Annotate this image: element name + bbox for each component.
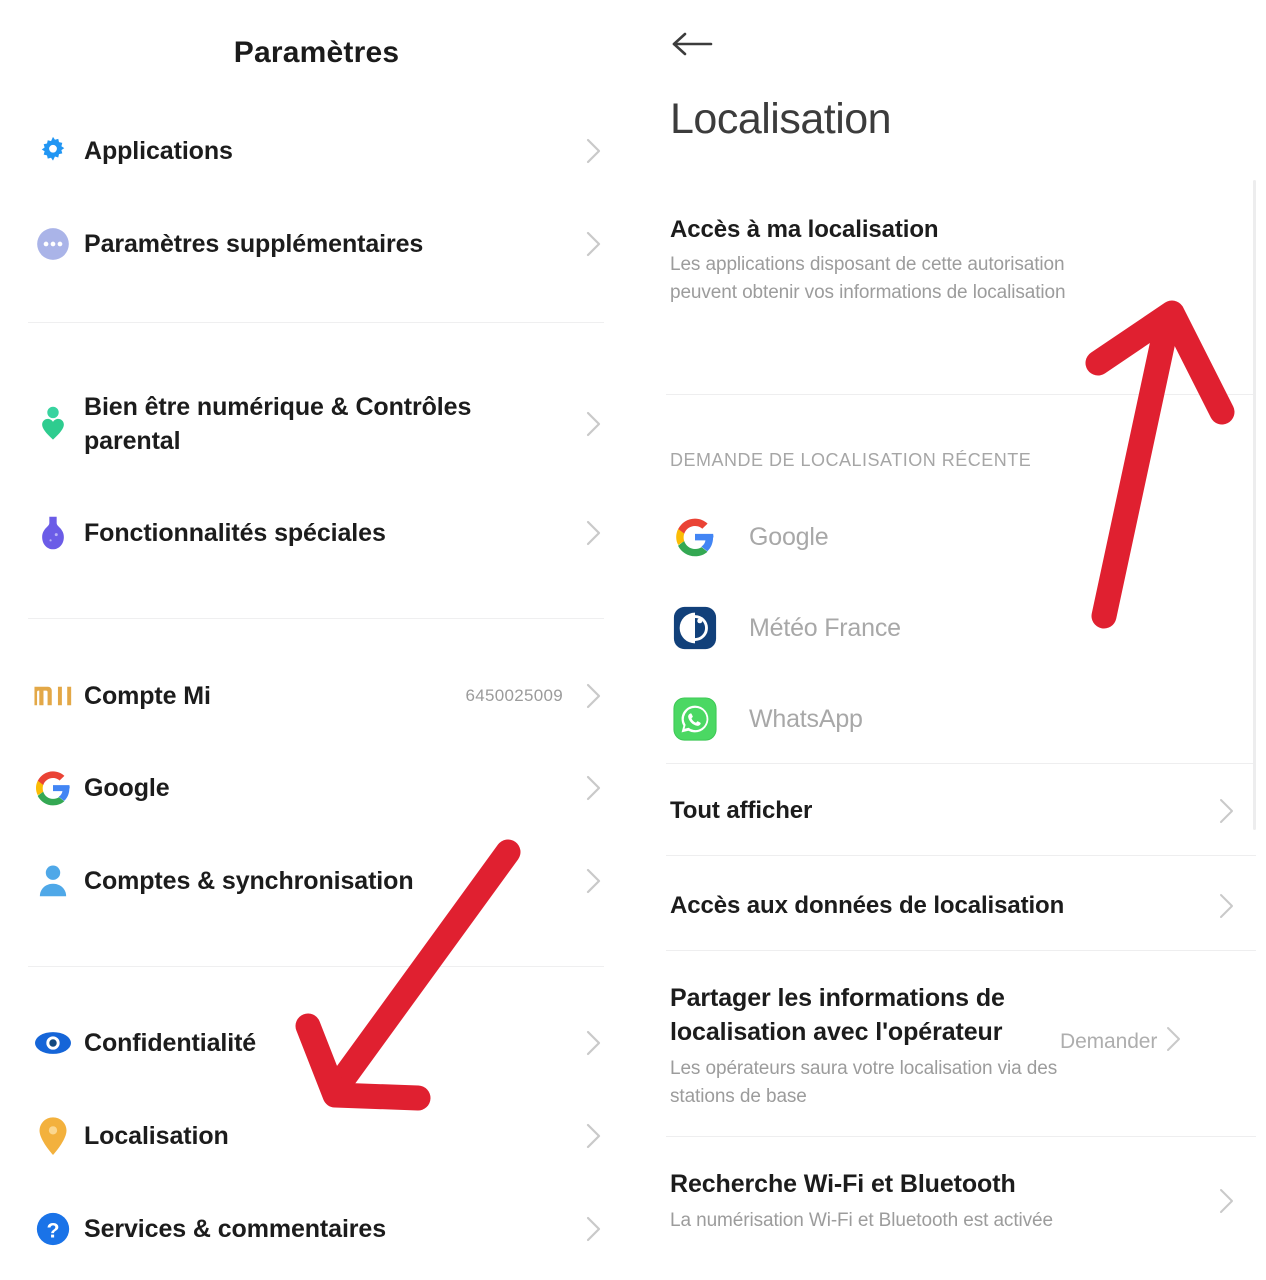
chevron-right-icon [577,136,611,166]
sidebar-item-label: Services & commentaires [84,1214,387,1243]
recent-app-row[interactable]: Météo France [633,601,1266,655]
section-divider [666,950,1256,951]
sidebar-item-confidentialite[interactable]: Confidentialité [0,1012,633,1074]
sidebar-item-label: Confidentialité [84,1028,257,1057]
sidebar-divider [28,618,604,619]
page-title: Localisation [670,95,892,143]
settings-page-title: Paramètres [233,36,400,69]
vertical-scrollbar[interactable] [1253,180,1256,830]
chevron-right-icon [577,409,611,439]
chevron-right-icon [577,1121,611,1151]
whatsapp-icon [669,696,721,742]
sidebar-item-localisation[interactable]: Localisation [0,1105,633,1167]
eye-icon [22,1028,84,1058]
show-all-row[interactable]: Tout afficher [633,795,1266,826]
sidebar-item-label: Google [84,773,170,802]
chevron-right-icon [1210,796,1244,826]
sidebar-item-parametres-supplementaires[interactable]: Paramètres supplémentaires [0,213,633,275]
localisation-panel: Localisation Accès à ma localisation Les… [633,0,1266,1280]
section-divider [666,1136,1256,1137]
sidebar-item-label: Compte Mi [84,681,211,710]
sidebar-item-services-commentaires[interactable]: ? Services & commentaires [0,1198,633,1260]
sidebar-item-label: Applications [84,136,233,165]
recent-app-name: Météo France [749,613,901,642]
sidebar-item-bien-etre-numerique[interactable]: Bien être numérique & Contrôles parental [0,385,633,463]
sidebar-item-compte-mi[interactable]: Compte Mi 6450025009 [0,665,633,727]
google-logo-icon [669,516,721,558]
recent-app-name: Google [749,522,829,551]
chevron-right-icon [1210,1186,1244,1216]
location-access-title: Accès à ma localisation [670,216,939,243]
sidebar-divider [28,966,604,967]
chevron-right-icon [577,773,611,803]
location-pin-icon [22,1116,84,1156]
chevron-right-icon [1210,891,1244,921]
carrier-share-title: Partager les informations de localisatio… [670,984,1005,1046]
sidebar-item-fonctionnalites-speciales[interactable]: Fonctionnalités spéciales [0,502,633,564]
wifi-bluetooth-title: Recherche Wi-Fi et Bluetooth [670,1170,1016,1198]
gear-icon [22,133,84,169]
location-access-description: Les applications disposant de cette auto… [670,254,1066,303]
svg-text:?: ? [46,1219,59,1243]
recent-app-row[interactable]: WhatsApp [633,692,1266,746]
location-data-access-label: Accès aux données de localisation [670,892,1065,919]
sidebar-item-label: Fonctionnalités spéciales [84,518,386,547]
show-all-label: Tout afficher [670,797,813,824]
settings-panel: Paramètres Applications Paramètres suppl… [0,0,633,1280]
chevron-right-icon [1157,1024,1191,1054]
more-horizontal-icon [22,225,84,263]
back-arrow-icon[interactable] [671,22,719,66]
sidebar-item-applications[interactable]: Applications [0,120,633,182]
help-question-icon: ? [22,1210,84,1248]
sidebar-divider [28,322,604,323]
sidebar-item-label: Localisation [84,1121,229,1150]
sidebar-item-comptes-synchronisation[interactable]: Comptes & synchronisation [0,850,633,912]
account-person-icon [22,863,84,899]
section-divider [666,763,1256,764]
recent-app-name: WhatsApp [749,704,863,733]
mi-logo-icon [22,683,84,709]
screenshot-root: Paramètres Applications Paramètres suppl… [0,0,1266,1280]
wifi-bluetooth-scan-row[interactable]: Recherche Wi-Fi et Bluetooth La numérisa… [633,1168,1266,1234]
section-divider [666,855,1256,856]
chevron-right-icon [577,1028,611,1058]
meteo-france-icon [669,605,721,651]
special-features-icon [22,514,84,552]
sidebar-item-google[interactable]: Google [0,757,633,819]
recent-requests-section-label: DEMANDE DE LOCALISATION RÉCENTE [670,450,1032,470]
chevron-right-icon [577,229,611,259]
chevron-right-icon [577,1214,611,1244]
sidebar-item-label: Paramètres supplémentaires [84,229,424,258]
chevron-right-icon [577,681,611,711]
wellbeing-icon [22,405,84,443]
sidebar-item-value: 6450025009 [465,686,563,705]
carrier-share-description: Les opérateurs saura votre localisation … [670,1058,1058,1107]
sidebar-item-label: Comptes & synchronisation [84,866,414,895]
location-access-row[interactable]: Accès à ma localisation Les applications… [633,214,1266,306]
chevron-right-icon [577,518,611,548]
section-divider [666,394,1256,395]
chevron-right-icon [577,866,611,896]
location-data-access-row[interactable]: Accès aux données de localisation [633,890,1266,921]
carrier-share-value: Demander [1060,1030,1158,1053]
sidebar-item-label: Bien être numérique & Contrôles parental [84,392,472,456]
carrier-share-row[interactable]: Partager les informations de localisatio… [633,982,1266,1110]
wifi-bluetooth-description: La numérisation Wi-Fi et Bluetooth est a… [670,1209,1053,1231]
recent-app-row[interactable]: Google [633,510,1266,564]
google-logo-icon [22,769,84,807]
